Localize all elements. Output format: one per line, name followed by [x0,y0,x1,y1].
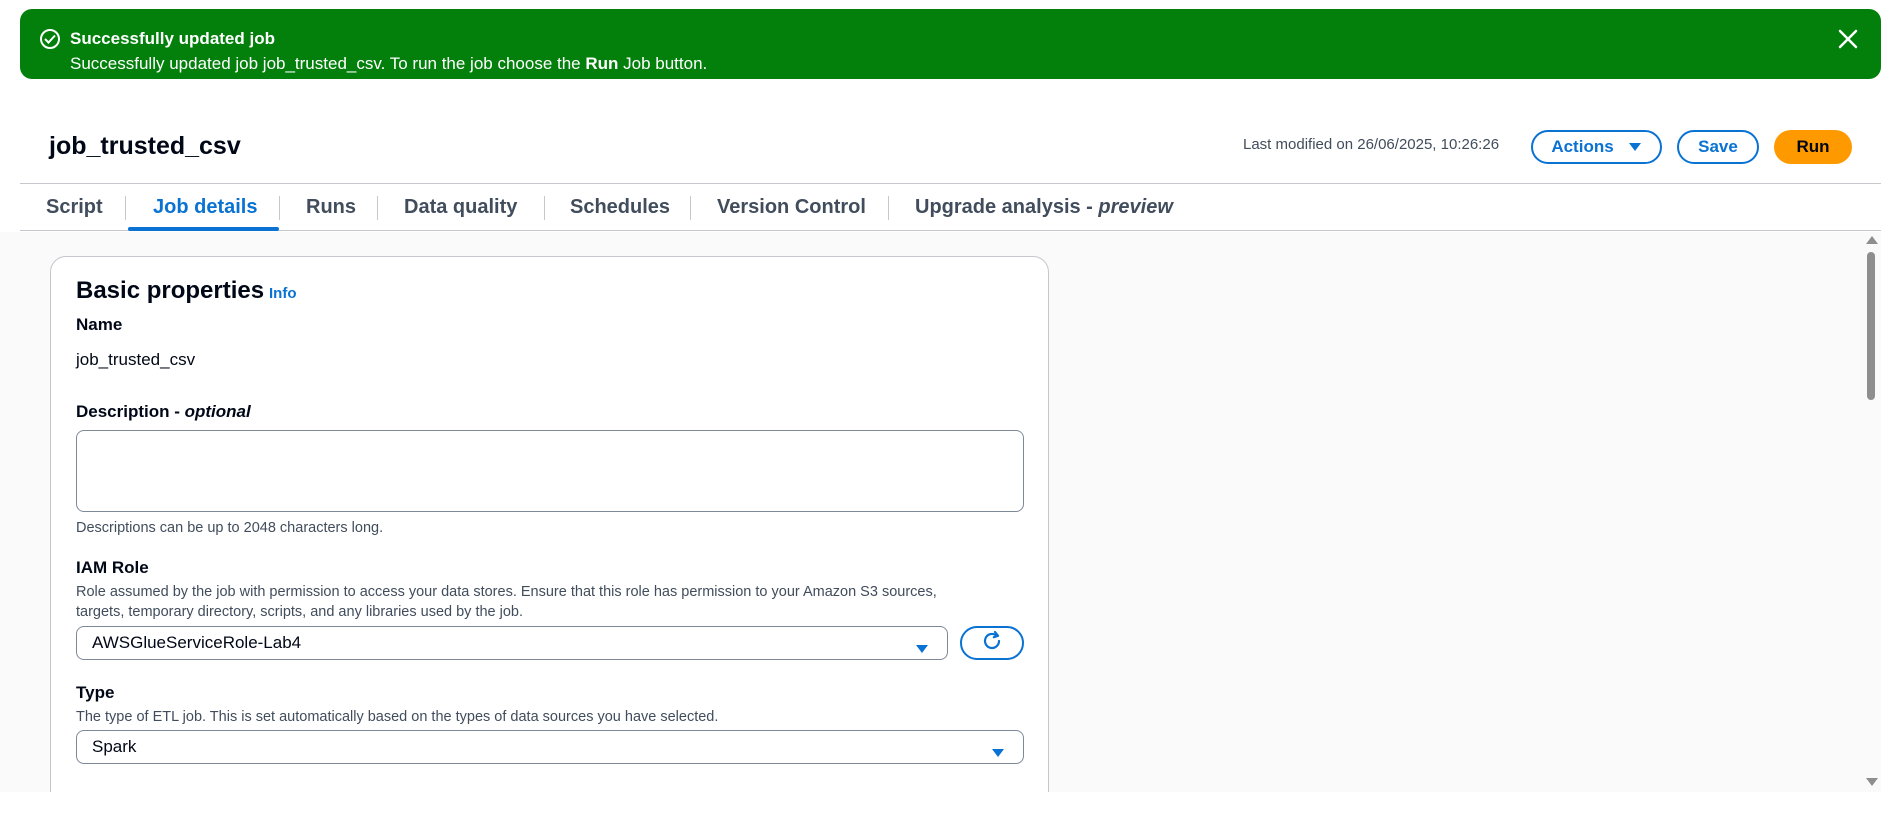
info-link[interactable]: Info [269,285,297,302]
job-details-content: Basic properties Info Name job_trusted_c… [0,232,1862,792]
refresh-icon [981,630,1003,657]
tab-data-quality[interactable]: Data quality [404,184,517,230]
iam-role-hint-line-2: targets, temporary directory, scripts, a… [76,604,524,620]
tab-bar: Script Job details Runs Data quality Sch… [20,183,1881,231]
preview-label: preview [1098,195,1173,218]
description-hint: Descriptions can be up to 2048 character… [76,520,384,536]
actions-button-label: Actions [1551,137,1614,156]
flash-message-suffix: Job button. [618,54,708,73]
name-value: job_trusted_csv [76,350,196,369]
description-textarea[interactable] [76,430,1024,512]
run-button[interactable]: Run [1774,130,1852,164]
caret-down-icon [991,743,1005,763]
tab-runs[interactable]: Runs [306,184,356,230]
success-flash-banner: Successfully updated job Successfully up… [20,9,1881,79]
iam-role-label: IAM Role [76,558,149,577]
iam-role-select[interactable]: AWSGlueServiceRole-Lab4 [76,626,948,660]
tab-separator [377,196,378,220]
close-icon[interactable] [1837,28,1859,50]
description-label-text: Description - [76,402,185,421]
scroll-up-arrow-icon[interactable] [1866,236,1878,244]
tab-version-control[interactable]: Version Control [717,184,866,230]
tab-schedules[interactable]: Schedules [570,184,670,230]
type-hint: The type of ETL job. This is set automat… [76,709,719,725]
refresh-roles-button[interactable] [960,626,1024,660]
description-label: Description - optional [76,402,251,422]
success-check-icon [40,29,60,49]
save-button[interactable]: Save [1677,130,1759,164]
flash-message-prefix: Successfully updated job job_trusted_csv… [70,54,586,73]
type-select[interactable]: Spark [76,730,1024,764]
tab-upgrade-analysis[interactable]: Upgrade analysis - preview [915,184,1173,230]
glue-job-page: Successfully updated job Successfully up… [0,0,1881,814]
tab-separator [279,196,280,220]
type-value: Spark [92,737,137,756]
optional-label: optional [184,402,251,421]
tab-script[interactable]: Script [46,184,103,230]
actions-button[interactable]: Actions [1531,130,1662,164]
caret-down-icon [1628,137,1642,157]
basic-properties-panel: Basic properties Info Name job_trusted_c… [50,256,1049,792]
scroll-thumb[interactable] [1867,252,1875,400]
scroll-down-arrow-icon[interactable] [1866,778,1878,786]
tab-separator [125,196,126,220]
section-title: Basic properties [76,277,265,304]
last-modified-text: Last modified on 26/06/2025, 10:26:26 [1243,136,1500,153]
name-label: Name [76,315,123,334]
tab-job-details[interactable]: Job details [153,184,257,230]
tab-upgrade-analysis-label: Upgrade analysis - [915,195,1099,218]
tab-separator [544,196,545,220]
page-scrollbar[interactable] [1862,232,1881,792]
iam-role-value: AWSGlueServiceRole-Lab4 [92,633,302,652]
iam-role-hint-line-1: Role assumed by the job with permission … [76,584,937,600]
page-title: job_trusted_csv [49,132,241,160]
flash-message-bold: Run [585,54,619,73]
flash-title: Successfully updated job [70,29,275,48]
type-label: Type [76,683,115,702]
flash-message: Successfully updated job job_trusted_csv… [70,54,707,74]
job-header: job_trusted_csv Last modified on 26/06/2… [0,80,1881,184]
tab-separator [888,196,889,220]
tab-separator [690,196,691,220]
active-tab-indicator [128,227,279,231]
caret-down-icon [915,639,929,659]
